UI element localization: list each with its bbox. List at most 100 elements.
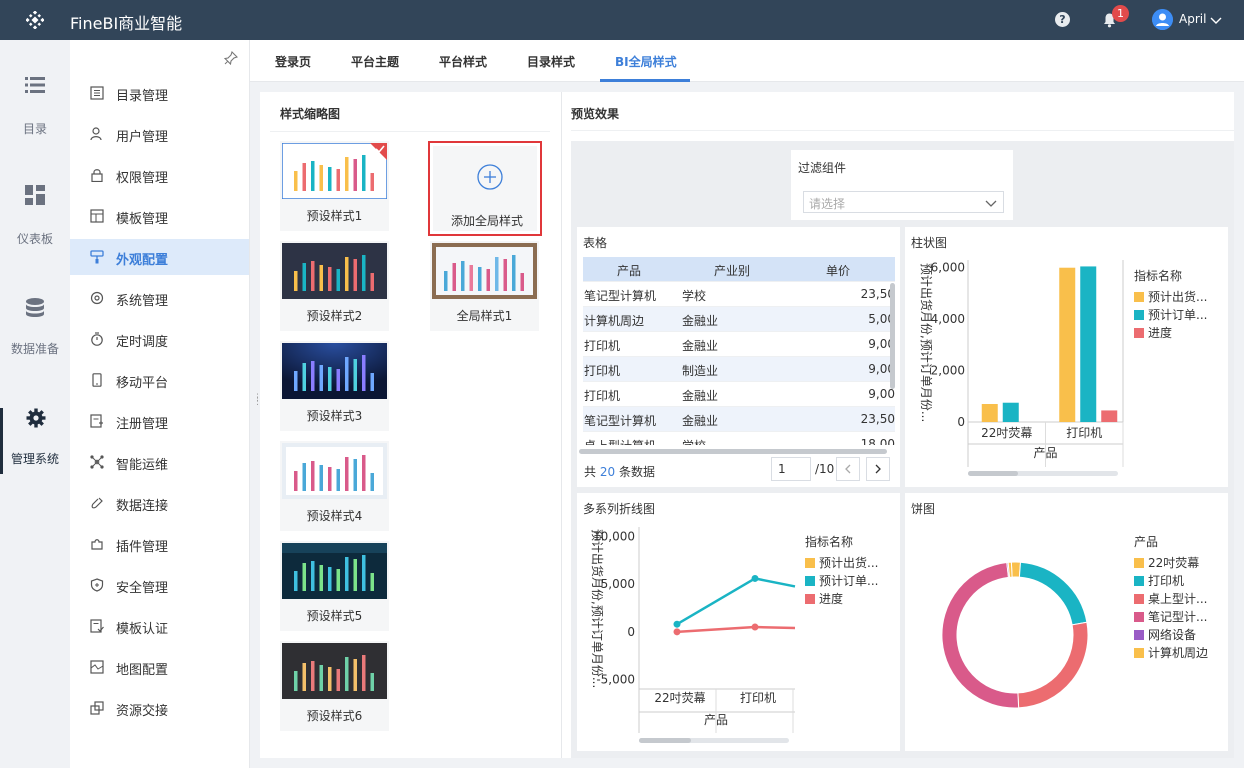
line-chart-widget: 多系列折线图 10,000 5,000 0 -5,000 22吋荧幕 打印机 产品 预计出货月… [577,493,900,751]
left-rail: 目录 仪表板 数据准备 管理系统 [0,40,70,768]
thumbnail-bar [345,557,349,591]
line-point[interactable] [673,620,681,628]
menu-item-plugins[interactable]: 插件管理 [70,526,249,562]
menu-item-security[interactable]: 安全管理 [70,567,249,603]
avatar[interactable] [1152,9,1173,30]
tab-login-page[interactable]: 登录页 [275,53,311,70]
menu-item-catalog[interactable]: 目录管理 [70,75,249,111]
thumbnail-bar [362,155,366,191]
collapse-handle[interactable]: ⋮ ⋮ [253,394,262,410]
menu-item-schedule[interactable]: 定时调度 [70,321,249,357]
rail-item-management[interactable]: 管理系统 [0,408,70,474]
global-style-preview-image [432,243,537,299]
bar-chart-scrollbar[interactable] [968,471,1018,476]
thumbnail-panel-title: 样式缩略图 [280,107,341,121]
preset-style-6[interactable]: 预设样式6 [280,641,389,731]
next-page-button[interactable] [866,457,890,481]
gear-icon [26,408,46,428]
thumbnail-bar [353,459,357,491]
thumbnail-bar [336,169,340,191]
global-style-1[interactable]: 全局样式1 [430,241,539,331]
thumbnail-bar [452,263,456,291]
table-scrollbar-vertical[interactable] [890,283,895,389]
column-header[interactable]: 单价 [826,262,850,279]
legend-title: 产品 [1134,535,1159,549]
line-point[interactable] [751,574,759,582]
table-row: 笔记型计算机 学校 23,50 [583,282,895,307]
line-point[interactable] [751,623,759,631]
legend-label: 计算机周边 [1148,646,1209,660]
tab-bi-global-style[interactable]: BI全局样式 [615,53,677,70]
column-header[interactable]: 产业别 [714,262,750,279]
preset-style-5[interactable]: 预设样式5 [280,541,389,631]
thumbnail-bar [328,667,332,691]
rail-item-catalog[interactable]: 目录 [0,75,70,155]
thumbnail-bar [503,259,507,291]
column-header[interactable]: 产品 [617,262,641,279]
pin-icon[interactable] [224,51,238,65]
timer-icon [91,332,103,346]
user-name[interactable]: April [1179,12,1206,26]
table-row: 笔记型计算机 金融业 23,50 [583,407,895,432]
legend-swatch [1134,648,1144,658]
menu-item-users[interactable]: 用户管理 [70,116,249,152]
line-chart-scrollbar[interactable] [639,738,691,743]
legend-swatch [1134,292,1144,302]
tab-platform-theme[interactable]: 平台主题 [351,53,399,70]
thumbnail-bar [311,461,315,491]
thumbnail-bar [362,555,366,591]
bar[interactable] [1101,410,1118,422]
thumbnail-bar [294,671,298,691]
table-scrollbar-horizontal[interactable] [579,449,887,454]
prev-page-button[interactable] [836,457,860,481]
filter-select[interactable]: 请选择 [803,191,1004,213]
tab-platform-style[interactable]: 平台样式 [439,53,487,70]
menu-item-handover[interactable]: 资源交接 [70,690,249,726]
divider [571,130,1234,131]
pie-slice[interactable] [1017,621,1089,709]
y-tick-label: 0 [957,415,965,429]
menu-item-appearance[interactable]: 外观配置 [70,239,249,275]
thumbnail-bar [353,259,357,291]
preset-style-1[interactable]: 预设样式1 [280,141,389,231]
menu-item-map[interactable]: 地图配置 [70,649,249,685]
legend-swatch [1134,594,1144,604]
bar[interactable] [981,404,998,422]
bar[interactable] [1059,267,1076,422]
add-global-style-button[interactable]: 添加全局样式 [428,141,542,236]
preset-style-3[interactable]: 预设样式3 [280,341,389,431]
rail-item-dashboard[interactable]: 仪表板 [0,185,70,265]
help-icon[interactable]: ? [1055,12,1070,27]
thumbnail-bar [370,573,374,591]
chevron-down-icon[interactable] [1210,14,1222,26]
bar[interactable] [1080,266,1097,422]
preset-style-4[interactable]: 预设样式4 [280,441,389,531]
table-cell: 学校 [682,437,706,445]
filter-widget: 过滤组件 请选择 [791,150,1013,220]
series-line[interactable] [676,577,796,626]
preset-style-2[interactable]: 预设样式2 [280,241,389,331]
bar[interactable] [1002,402,1019,422]
menu-item-mobile[interactable]: 移动平台 [70,362,249,398]
pie-slice[interactable] [1018,561,1088,626]
pie-slice[interactable] [941,561,1020,709]
table-header-row: 产品 产业别 单价 [583,257,895,282]
menu-item-register[interactable]: 注册管理 [70,403,249,439]
rail-item-data-prep[interactable]: 数据准备 [0,298,70,378]
active-tab-indicator [600,79,690,82]
table-cell: 打印机 [584,389,621,403]
thumbnail-label: 预设样式3 [306,409,363,423]
page-number-input[interactable]: 1 [771,457,811,481]
menu-item-system[interactable]: 系统管理 [70,280,249,316]
line-point[interactable] [673,628,681,636]
menu-item-certification[interactable]: 模板认证 [70,608,249,644]
menu-item-smart-ops[interactable]: 智能运维 [70,444,249,480]
series-line[interactable] [676,625,796,634]
dashboard-icon [25,185,45,205]
thumbnail-bar [311,361,315,391]
rail-label: 管理系统 [10,452,59,466]
tab-catalog-style[interactable]: 目录样式 [527,53,575,70]
menu-item-data-connection[interactable]: 数据连接 [70,485,249,521]
menu-item-templates[interactable]: 模板管理 [70,198,249,234]
menu-item-permissions[interactable]: 权限管理 [70,157,249,193]
